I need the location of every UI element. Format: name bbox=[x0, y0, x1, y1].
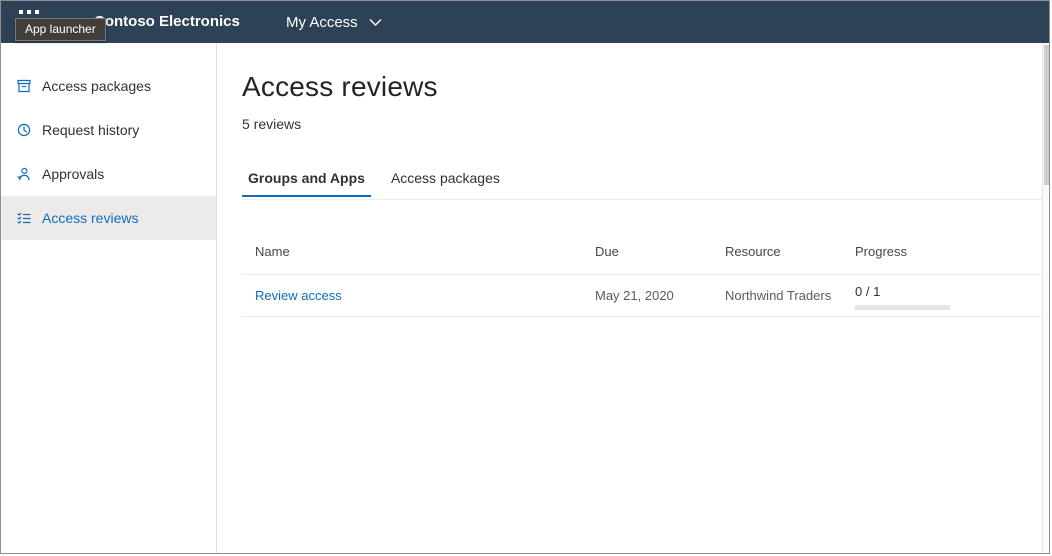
progress-label: 0 / 1 bbox=[855, 285, 1042, 299]
approvals-icon bbox=[16, 166, 32, 182]
sidebar-item-request-history[interactable]: Request history bbox=[1, 108, 216, 152]
app-launcher-tooltip: App launcher bbox=[15, 18, 106, 41]
review-access-link[interactable]: Review access bbox=[255, 288, 342, 303]
page-title: Access reviews bbox=[242, 71, 1042, 103]
sidebar-item-label: Access packages bbox=[42, 78, 151, 94]
tab-divider bbox=[242, 199, 1042, 200]
sidebar-item-approvals[interactable]: Approvals bbox=[1, 152, 216, 196]
sidebar-item-label: Request history bbox=[42, 122, 139, 138]
table-row: Review access May 21, 2020 Northwind Tra… bbox=[242, 275, 1042, 317]
column-header-name: Name bbox=[255, 244, 595, 259]
sidebar: Access packages Request history Approval… bbox=[1, 43, 217, 553]
access-packages-icon bbox=[16, 78, 32, 94]
my-access-portal: Contoso Electronics My Access App launch… bbox=[0, 0, 1050, 554]
reviews-table: Name Due Resource Progress Review access… bbox=[242, 228, 1042, 317]
sidebar-item-access-packages[interactable]: Access packages bbox=[1, 64, 216, 108]
top-bar: Contoso Electronics My Access App launch… bbox=[1, 1, 1049, 43]
due-cell: May 21, 2020 bbox=[595, 288, 725, 303]
progress-cell: 0 / 1 bbox=[855, 282, 1042, 310]
request-history-icon bbox=[16, 122, 32, 138]
access-reviews-icon bbox=[16, 210, 32, 226]
sidebar-item-access-reviews[interactable]: Access reviews bbox=[1, 196, 216, 240]
column-header-progress: Progress bbox=[855, 244, 1042, 259]
sidebar-item-label: Access reviews bbox=[42, 210, 138, 226]
my-access-nav[interactable]: My Access bbox=[286, 1, 382, 43]
column-header-due: Due bbox=[595, 244, 725, 259]
tab-groups-and-apps[interactable]: Groups and Apps bbox=[242, 170, 371, 197]
scrollbar-thumb[interactable] bbox=[1044, 45, 1049, 185]
resource-cell: Northwind Traders bbox=[725, 288, 855, 303]
review-count: 5 reviews bbox=[242, 116, 1042, 132]
organization-name: Contoso Electronics bbox=[94, 1, 240, 43]
progress-bar bbox=[855, 305, 950, 310]
scrollbar[interactable] bbox=[1042, 43, 1049, 553]
tab-access-packages[interactable]: Access packages bbox=[385, 170, 506, 197]
column-header-resource: Resource bbox=[725, 244, 855, 259]
my-access-label: My Access bbox=[286, 14, 358, 31]
chevron-down-icon bbox=[369, 18, 382, 27]
tab-bar: Groups and Apps Access packages bbox=[242, 170, 1042, 197]
main-content: Access reviews 5 reviews Groups and Apps… bbox=[218, 43, 1042, 553]
sidebar-item-label: Approvals bbox=[42, 166, 104, 182]
table-header-row: Name Due Resource Progress bbox=[242, 228, 1042, 275]
